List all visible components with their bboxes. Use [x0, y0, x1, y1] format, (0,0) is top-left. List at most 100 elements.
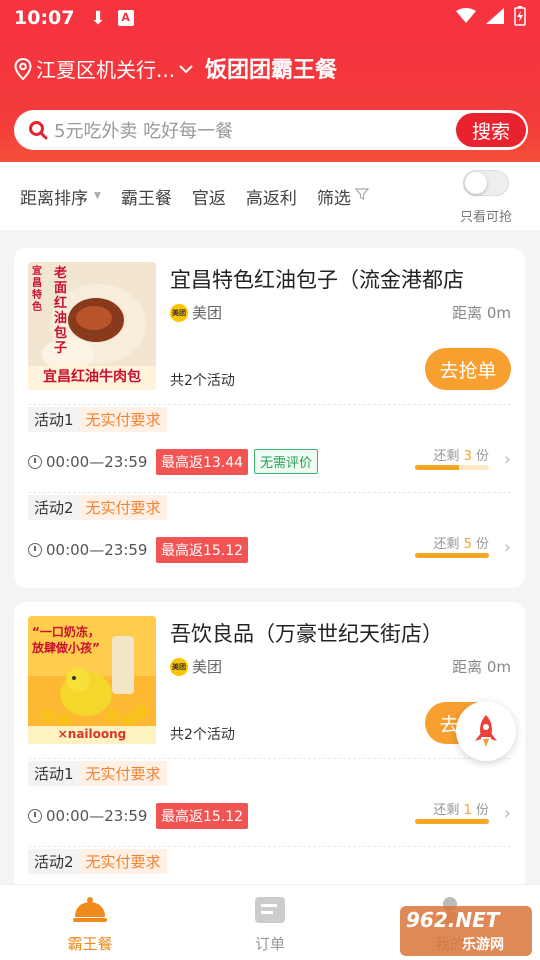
shop-name: 宜昌特色红油包子（流金港都店 — [170, 268, 464, 292]
scroll-to-top-button[interactable] — [456, 701, 516, 761]
remain-number: 1 — [463, 803, 472, 818]
activity-time: 00:00—23:59 — [28, 807, 147, 825]
activity-tag: 活动2 无实付要求 — [28, 849, 167, 874]
thumb-caption-bottom: 宜昌红油牛肉包 — [43, 369, 141, 385]
chevron-right-icon: › — [503, 803, 511, 824]
shop-card[interactable]: “一口奶冻，放肆做小孩” ×nailoong 吾饮良品（万豪世纪天街店） 美团 … — [14, 602, 525, 892]
platform-badge: 美团 美团 — [170, 656, 222, 677]
activity-tag: 活动2 无实付要求 — [28, 495, 167, 520]
wifi-icon — [456, 8, 476, 28]
shop-card[interactable]: 老面红油包子 宜昌特色 宜昌红油牛肉包 宜昌特色红油包子（流金港都店 美团 美团… — [14, 248, 525, 588]
chevron-right-icon: › — [503, 537, 511, 558]
meal-cloche-icon — [73, 897, 107, 922]
filter-label: 距离排序 — [20, 188, 88, 209]
activity-time-text: 00:00—23:59 — [46, 807, 148, 825]
filter-label: 霸王餐 — [120, 188, 172, 209]
activity-label: 活动2 — [28, 495, 80, 520]
progress-fill — [415, 465, 460, 470]
chevron-down-icon — [179, 59, 197, 78]
filter-label: 高返利 — [245, 188, 297, 209]
rebate-badge: 最高返15.12 — [156, 803, 249, 829]
activity-row[interactable]: 活动1 无实付要求 00:00—23:59 最高返13.44 无需评价 还剩 3… — [28, 404, 511, 492]
grab-order-button[interactable]: 去抢单 — [425, 348, 511, 390]
shop-image: 老面红油包子 宜昌特色 宜昌红油牛肉包 — [28, 262, 156, 390]
order-list-icon — [255, 897, 285, 923]
progress-fill — [415, 819, 489, 824]
caret-down-icon: ▼ — [94, 191, 101, 201]
filter-label: 官返 — [191, 188, 226, 209]
activity-row[interactable]: 活动2 无实付要求 00:00—23:59 最高返15.12 还剩 5 份 › — [28, 492, 511, 580]
tab-bawangcan[interactable]: 霸王餐 — [40, 895, 140, 954]
activity-time: 00:00—23:59 — [28, 541, 147, 559]
filter-guanfan[interactable]: 官返 — [192, 184, 226, 209]
app-notification-icon: A — [117, 10, 134, 26]
download-icon: ⬇ — [90, 7, 106, 29]
rebate-badge: 最高返13.44 — [156, 449, 249, 475]
shop-distance: 距离 0m — [452, 658, 511, 676]
shop-distance: 距离 0m — [452, 304, 511, 322]
location-selector[interactable]: 江夏区机关行... — [14, 54, 197, 83]
activity-time: 00:00—23:59 — [28, 453, 147, 471]
status-time: 10:07 — [14, 7, 75, 29]
shop-name: 吾饮良品（万豪世纪天街店） — [170, 622, 443, 646]
filter-bar: 距离排序 ▼ 霸王餐 官返 高返利 筛选 只看可抢 — [0, 162, 540, 230]
activity-time-text: 00:00—23:59 — [46, 541, 148, 559]
remaining-progress-bar — [415, 465, 489, 470]
platform-name: 美团 — [192, 304, 223, 322]
thumb-caption-top: 老面红油包子 — [54, 266, 68, 356]
location-text: 江夏区机关行... — [36, 58, 176, 82]
thumb-caption-bottom: ×nailoong — [57, 727, 127, 741]
funnel-icon — [354, 186, 370, 206]
clock-icon — [28, 455, 42, 469]
toggle-label: 只看可抢 — [459, 210, 512, 225]
search-icon — [29, 121, 48, 140]
remaining-progress-bar — [415, 553, 489, 558]
platform-name: 美团 — [192, 658, 223, 676]
chevron-right-icon: › — [503, 449, 511, 470]
tab-label: 订单 — [254, 935, 285, 953]
remain-suffix: 份 — [475, 803, 489, 818]
thumb-caption-side: 宜昌特色 — [32, 266, 42, 313]
remain-prefix: 还剩 — [433, 803, 460, 818]
filter-high-rebate[interactable]: 高返利 — [246, 184, 297, 209]
signal-icon — [486, 8, 504, 28]
remain-number: 5 — [463, 537, 472, 552]
activity-requirement: 无实付要求 — [79, 761, 167, 786]
only-available-toggle-group: 只看可抢 — [460, 170, 512, 225]
activity-tag: 活动1 无实付要求 — [28, 761, 167, 786]
no-review-badge: 无需评价 — [254, 449, 319, 474]
remain-suffix: 份 — [475, 449, 489, 464]
watermark-text-top: 962.NET — [406, 908, 500, 932]
remain-number: 3 — [463, 449, 472, 464]
location-pin-icon — [14, 57, 32, 80]
only-available-toggle[interactable] — [462, 170, 509, 196]
activity-time-text: 00:00—23:59 — [46, 453, 148, 471]
page-title: 饭团团霸王餐 — [205, 58, 338, 83]
filter-bawangcan[interactable]: 霸王餐 — [121, 184, 172, 209]
activity-row[interactable]: 活动1 无实付要求 00:00—23:59 最高返15.12 还剩 1 份 › — [28, 758, 511, 846]
watermark-logo: 962.NET 乐游网 — [400, 906, 532, 956]
filter-sort-distance[interactable]: 距离排序 ▼ — [20, 184, 101, 209]
activity-requirement: 无实付要求 — [79, 495, 167, 520]
search-input[interactable]: 5元吃外卖 吃好每一餐 — [54, 117, 233, 143]
filter-label: 筛选 — [316, 188, 351, 209]
search-button[interactable]: 搜索 — [456, 113, 526, 147]
remaining-progress-bar — [415, 819, 489, 824]
activity-tag: 活动1 无实付要求 — [28, 407, 167, 432]
activity-requirement: 无实付要求 — [79, 407, 167, 432]
battery-icon — [514, 6, 526, 30]
rocket-icon — [475, 715, 497, 747]
header: 江夏区机关行... 饭团团霸王餐 5元吃外卖 吃好每一餐 搜索 — [0, 36, 540, 162]
progress-fill — [415, 553, 489, 558]
remaining-count: 还剩 5 份 — [433, 533, 489, 552]
shop-image: “一口奶冻，放肆做小孩” ×nailoong — [28, 616, 156, 744]
filter-screen[interactable]: 筛选 — [316, 184, 370, 209]
toggle-knob — [464, 172, 487, 194]
watermark-text-bottom: 乐游网 — [462, 937, 504, 953]
remaining-count: 还剩 3 份 — [433, 445, 489, 464]
search-bar[interactable]: 5元吃外卖 吃好每一餐 搜索 — [14, 110, 528, 150]
activity-count: 共2个活动 — [170, 373, 235, 389]
rebate-badge: 最高返15.12 — [156, 537, 249, 563]
tab-orders[interactable]: 订单 — [220, 895, 320, 954]
remain-prefix: 还剩 — [433, 449, 460, 464]
